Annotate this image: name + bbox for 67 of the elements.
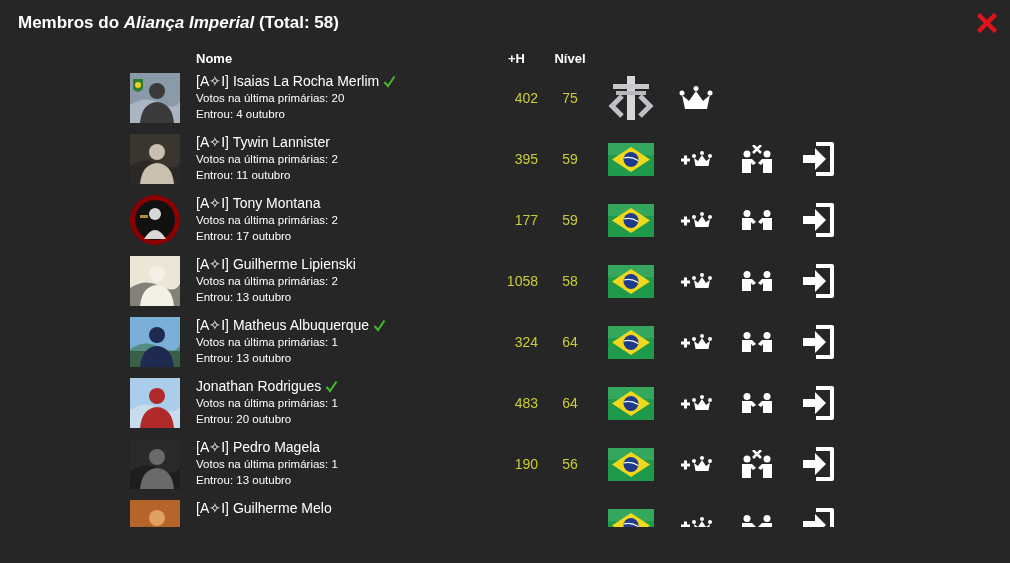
flag-icon [608,142,654,176]
sign-in-icon[interactable] [802,447,836,481]
crown-plus-icon[interactable] [680,395,712,411]
sign-in-icon[interactable] [802,203,836,237]
joined-date: Entrou: 13 outubro [196,290,292,305]
crown-plus-icon[interactable] [680,273,712,289]
handshake-cross-icon[interactable] [741,450,773,478]
flag-icon [608,325,654,359]
level-value: 64 [562,334,578,350]
level-value: 59 [562,212,578,228]
votes-text: Votos na última primárias: 1 [196,457,338,472]
member-name[interactable]: [A✧I] Tony Montana [196,195,321,212]
member-name[interactable]: [A✧I] Pedro Magela [196,439,321,456]
column-header: Nome [195,50,234,66]
joined-date: Entrou: 13 outubro [196,473,292,488]
modal-title: Membros do Aliança Imperial (Total: 58) [18,12,339,34]
sign-in-icon[interactable] [802,142,836,176]
flag-icon [608,447,654,481]
member-name[interactable]: Jonathan Rodrigues [196,378,322,395]
level-value: 58 [562,273,578,289]
joined-date: Entrou: 13 outubro [196,351,292,366]
plus-h-value: 324 [514,334,538,350]
handshake-cross-icon[interactable] [741,145,773,173]
member-name[interactable]: [A✧I] Tywin Lannister [196,134,330,151]
plus-h-value: 402 [514,90,538,106]
column-header: Nível [554,50,586,66]
crown-plus-icon[interactable] [680,456,712,472]
plus-h-value: 190 [514,456,538,472]
level-value: 59 [562,151,578,167]
sign-in-icon[interactable] [802,264,836,298]
joined-date: Entrou: 20 outubro [196,412,292,427]
emblem-icon [608,76,654,120]
plus-h-value: 177 [514,212,538,228]
crown-plus-icon[interactable] [680,334,712,350]
votes-text: Votos na última primárias: 20 [196,91,345,106]
sign-in-icon[interactable] [802,325,836,359]
plus-h-value: 1058 [506,273,538,289]
level-value: 75 [562,90,578,106]
plus-h-value: 395 [514,151,538,167]
sign-in-icon[interactable] [802,386,836,420]
member-name[interactable]: [A✧I] Guilherme Lipienski [196,256,356,273]
handshake-icon[interactable] [741,210,773,230]
crown-plus-icon[interactable] [680,151,712,167]
crown-plus-icon[interactable] [680,212,712,228]
level-value: 64 [562,395,578,411]
flag-icon [608,386,654,420]
handshake-icon[interactable] [741,271,773,291]
member-name[interactable]: [A✧I] Guilherme Melo [196,500,332,517]
votes-text: Votos na última primárias: 2 [196,274,338,289]
column-header: +H [508,50,526,66]
flag-icon [608,264,654,298]
votes-text: Votos na última primárias: 2 [196,152,338,167]
handshake-icon[interactable] [741,332,773,352]
member-name[interactable]: [A✧I] Matheus Albuquerque [196,317,370,334]
plus-h-value: 483 [514,395,538,411]
member-name[interactable]: [A✧I] Isaias La Rocha Merlim [196,73,380,90]
joined-date: Entrou: 11 outubro [196,168,291,183]
handshake-icon[interactable] [741,393,773,413]
close-button[interactable] [977,13,997,33]
crown-icon [679,86,713,110]
level-value: 56 [562,456,578,472]
joined-date: Entrou: 4 outubro [196,107,285,122]
votes-text: Votos na última primárias: 2 [196,213,338,228]
joined-date: Entrou: 17 outubro [196,229,292,244]
votes-text: Votos na última primárias: 1 [196,335,338,350]
votes-text: Votos na última primárias: 1 [196,396,338,411]
flag-icon [608,203,654,237]
